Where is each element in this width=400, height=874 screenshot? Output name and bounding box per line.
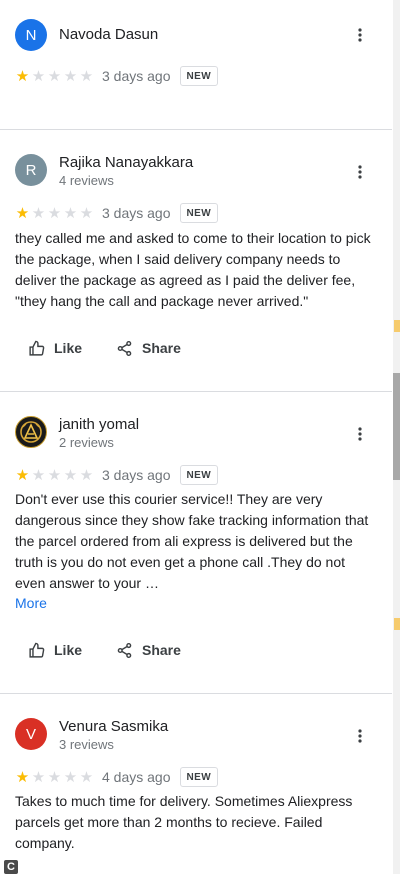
star-filled-icon: ★ (15, 66, 30, 85)
rating-row: ★ ★ ★ ★ ★ 3 days ago NEW (15, 465, 219, 485)
rating-row: ★ ★ ★ ★ ★ 4 days ago NEW (15, 767, 219, 787)
reviewer-avatar[interactable] (15, 416, 47, 448)
review-text: Don't ever use this courier service!! Th… (15, 491, 369, 591)
star-empty-icon: ★ (63, 203, 78, 222)
share-label: Share (142, 642, 181, 658)
like-button[interactable]: Like (28, 336, 82, 360)
share-label: Share (142, 340, 181, 356)
reviewer-avatar[interactable]: R (15, 154, 47, 186)
more-options-icon[interactable] (350, 424, 370, 444)
avatar-initial: V (25, 725, 36, 743)
reviewer-review-count[interactable]: 3 reviews (59, 737, 114, 752)
star-empty-icon: ★ (63, 465, 78, 484)
share-icon (117, 642, 132, 658)
logo-emblem-icon (20, 421, 42, 443)
share-button[interactable]: Share (116, 638, 181, 662)
star-filled-icon: ★ (15, 465, 30, 484)
review-divider (0, 391, 392, 392)
more-options-icon[interactable] (350, 25, 370, 45)
reviewer-avatar[interactable]: N (15, 19, 47, 51)
share-button[interactable]: Share (116, 336, 181, 360)
avatar-initial: N (25, 26, 37, 44)
star-empty-icon: ★ (63, 66, 78, 85)
star-rating: ★ ★ ★ ★ ★ (15, 767, 94, 786)
reviewer-avatar[interactable]: V (15, 718, 47, 750)
star-filled-icon: ★ (15, 203, 30, 222)
star-empty-icon: ★ (63, 767, 78, 786)
star-rating: ★ ★ ★ ★ ★ (15, 465, 94, 484)
avatar-initial: R (25, 161, 37, 179)
star-rating: ★ ★ ★ ★ ★ (15, 66, 94, 85)
star-empty-icon: ★ (47, 66, 62, 85)
review-time: 3 days ago (102, 205, 171, 221)
app-corner-icon[interactable]: C (4, 860, 18, 874)
star-empty-icon: ★ (47, 203, 62, 222)
review-divider (0, 129, 392, 130)
like-label: Like (54, 642, 83, 658)
star-empty-icon: ★ (47, 767, 62, 786)
star-rating: ★ ★ ★ ★ ★ (15, 203, 94, 222)
review-divider (0, 693, 392, 694)
reviewer-name[interactable]: Rajika Nanayakkara (59, 154, 193, 171)
star-empty-icon: ★ (31, 66, 46, 85)
edge-marker (394, 320, 400, 332)
star-empty-icon: ★ (31, 465, 46, 484)
thumbs-up-icon (29, 642, 45, 658)
star-empty-icon: ★ (47, 465, 62, 484)
more-link[interactable]: More (15, 595, 47, 611)
review-text: Takes to much time for delivery. Sometim… (15, 793, 353, 851)
review-time: 4 days ago (102, 769, 171, 785)
star-empty-icon: ★ (31, 767, 46, 786)
new-badge: NEW (179, 465, 219, 485)
star-empty-icon: ★ (79, 465, 94, 484)
rating-row: ★ ★ ★ ★ ★ 3 days ago NEW (15, 66, 219, 86)
rating-row: ★ ★ ★ ★ ★ 3 days ago NEW (15, 203, 219, 223)
thumbs-up-icon (29, 340, 45, 356)
like-button[interactable]: Like (28, 638, 82, 662)
star-filled-icon: ★ (15, 767, 30, 786)
more-options-icon[interactable] (350, 162, 370, 182)
reviewer-review-count[interactable]: 4 reviews (59, 173, 114, 188)
star-empty-icon: ★ (79, 767, 94, 786)
edge-marker (394, 618, 400, 630)
star-empty-icon: ★ (79, 203, 94, 222)
review-time: 3 days ago (102, 68, 171, 84)
reviewer-name[interactable]: janith yomal (59, 416, 139, 433)
new-badge: NEW (179, 203, 219, 223)
like-label: Like (54, 340, 83, 356)
reviewer-review-count[interactable]: 2 reviews (59, 435, 114, 450)
review-text: they called me and asked to come to thei… (15, 230, 371, 309)
new-badge: NEW (179, 66, 219, 86)
more-options-icon[interactable] (350, 726, 370, 746)
new-badge: NEW (179, 767, 219, 787)
reviewer-name[interactable]: Venura Sasmika (59, 718, 168, 735)
star-empty-icon: ★ (31, 203, 46, 222)
review-time: 3 days ago (102, 467, 171, 483)
scrollbar-thumb[interactable] (393, 373, 400, 480)
star-empty-icon: ★ (79, 66, 94, 85)
share-icon (117, 340, 132, 356)
reviewer-name[interactable]: Navoda Dasun (59, 26, 158, 43)
